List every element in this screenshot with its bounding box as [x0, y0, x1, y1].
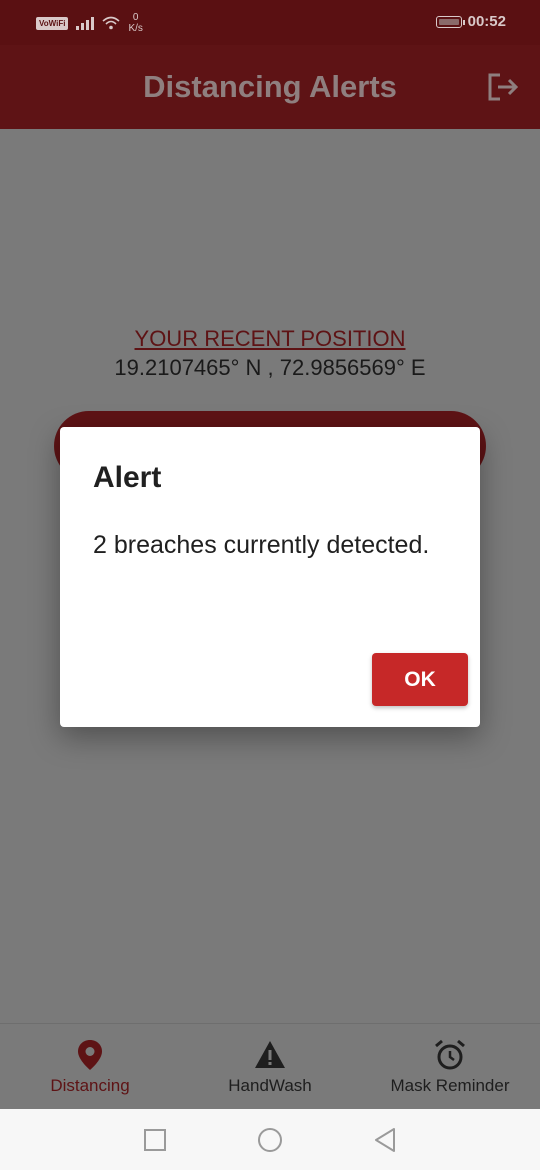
app-bar: Distancing Alerts: [0, 45, 540, 129]
network-speed-unit: K/s: [128, 23, 143, 34]
dialog-title: Alert: [93, 461, 162, 494]
tab-handwash-label: HandWash: [228, 1076, 312, 1095]
page-title: Distancing Alerts: [143, 69, 397, 104]
square-icon[interactable]: [141, 1126, 169, 1154]
status-right: 00:52: [435, 13, 506, 30]
recent-position-coordinates: 19.2107465° N , 72.9856569° E: [114, 355, 426, 380]
system-navigation-bar: [0, 1109, 540, 1170]
battery-icon: [435, 15, 465, 28]
dialog-message: 2 breaches currently detected.: [93, 531, 430, 559]
tab-distancing-label: Distancing: [50, 1076, 130, 1095]
status-time: 00:52: [467, 13, 506, 30]
network-speed: 0 K/s: [128, 12, 142, 34]
location-pin-icon: [78, 1040, 102, 1070]
tab-handwash[interactable]: HandWash: [180, 1038, 360, 1096]
tab-mask-reminder-label: Mask Reminder: [390, 1076, 510, 1095]
tab-mask-reminder[interactable]: Mask Reminder: [360, 1038, 540, 1096]
recent-position-title: YOUR RECENT POSITION: [134, 326, 406, 351]
logout-icon[interactable]: [486, 72, 520, 102]
ok-button[interactable]: OK: [372, 653, 468, 706]
status-left: VoWiFi 0 K/s: [36, 12, 143, 34]
status-bar: VoWiFi 0 K/s 00:52: [0, 0, 540, 45]
wifi-icon: [102, 16, 120, 30]
network-speed-value: 0: [132, 12, 139, 23]
triangle-back-icon[interactable]: [371, 1126, 399, 1154]
bottom-navigation: Distancing HandWash Mask Reminder: [0, 1023, 540, 1110]
warning-icon: [255, 1041, 285, 1068]
alarm-clock-icon: [435, 1039, 465, 1070]
signal-icon: [76, 16, 95, 30]
vowifi-badge: VoWiFi: [36, 16, 69, 30]
tab-distancing[interactable]: Distancing: [0, 1038, 180, 1096]
alert-dialog: Alert 2 breaches currently detected. OK: [60, 427, 480, 727]
circle-icon[interactable]: [256, 1126, 284, 1154]
